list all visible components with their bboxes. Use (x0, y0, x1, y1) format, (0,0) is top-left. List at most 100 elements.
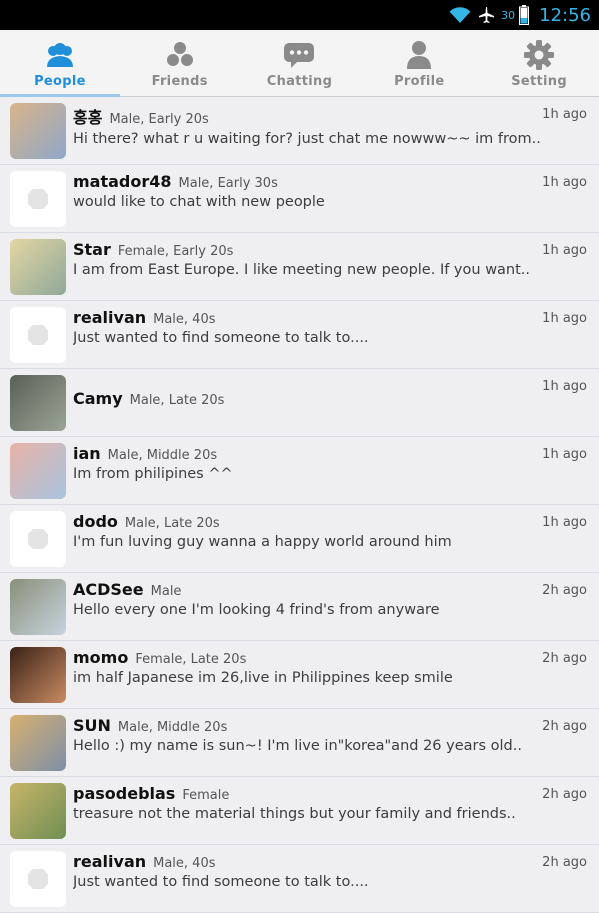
timestamp: 2h ago (542, 719, 587, 734)
list-item-content: ACDSee Male Hello every one I'm looking 4 … (73, 579, 589, 618)
user-meta: Female, Early 20s (117, 244, 234, 259)
avatar[interactable] (10, 375, 66, 431)
list-item-content: SUN Male, Middle 20s Hello :) my name is s… (73, 715, 589, 754)
timestamp: 1h ago (542, 447, 587, 462)
user-message: Hi there? what r u waiting for? just cha… (73, 131, 541, 147)
user-meta: Male, 40s (153, 312, 216, 327)
timestamp: 1h ago (542, 379, 587, 394)
avatar[interactable] (10, 103, 66, 159)
list-item[interactable]: SUN Male, Middle 20s Hello :) my name is s… (0, 709, 599, 777)
list-item-header: matador48 Male, Early 30s (73, 172, 589, 191)
user-message: Im from philipines ^^ (73, 466, 233, 482)
avatar[interactable] (10, 783, 66, 839)
user-name: matador48 (73, 172, 172, 191)
user-meta: Male, Middle 20s (117, 720, 228, 735)
list-item-content: dodo Male, Late 20s I'm fun luving guy wan… (73, 511, 589, 550)
user-message: Just wanted to find someone to talk to..… (73, 874, 369, 890)
avatar[interactable] (10, 647, 66, 703)
user-message: Hello :) my name is sun~! I'm live in"ko… (73, 738, 522, 754)
list-item[interactable]: ian Male, Middle 20s Im from philipines ^^… (0, 437, 599, 505)
tab-friends[interactable]: Friends (120, 30, 240, 96)
user-name: Star (73, 240, 111, 259)
timestamp: 1h ago (542, 107, 587, 122)
tab-profile[interactable]: Profile (359, 30, 479, 96)
people-icon (44, 38, 76, 72)
list-item[interactable]: matador48 Male, Early 30s would like to ch… (0, 165, 599, 233)
people-list: 홍홍 Male, Early 20s Hi there? what r u wait… (0, 97, 599, 913)
gear-icon (524, 38, 555, 72)
list-item-header: ian Male, Middle 20s (73, 444, 589, 463)
user-name: dodo (73, 512, 118, 531)
tab-label: People (34, 74, 86, 89)
avatar[interactable] (10, 307, 66, 363)
list-item[interactable]: Star Female, Early 20s I am from East Euro… (0, 233, 599, 301)
user-name: ian (73, 444, 101, 463)
profile-icon (403, 38, 435, 72)
user-message: Just wanted to find someone to talk to..… (73, 330, 369, 346)
avatar[interactable] (10, 851, 66, 907)
list-item[interactable]: dodo Male, Late 20s I'm fun luving guy wan… (0, 505, 599, 573)
user-meta: Female (182, 788, 230, 803)
user-meta: Male, 40s (153, 856, 216, 871)
timestamp: 2h ago (542, 583, 587, 598)
list-item[interactable]: Camy Male, Late 20s 1h ago (0, 369, 599, 437)
list-item-header: realivan Male, 40s (73, 852, 589, 871)
user-message: treasure not the material things but you… (73, 806, 516, 822)
default-avatar-icon (28, 189, 48, 209)
list-item-header: ACDSee Male (73, 580, 589, 599)
user-name: ACDSee (73, 580, 144, 599)
wifi-icon (449, 6, 471, 24)
user-message: im half Japanese im 26,live in Philippin… (73, 670, 453, 686)
user-meta: Male (150, 584, 182, 599)
avatar[interactable] (10, 171, 66, 227)
list-item-content: pasodeblas Female treasure not the materia… (73, 783, 589, 822)
user-name: Camy (73, 389, 123, 408)
user-name: realivan (73, 308, 147, 327)
tab-setting[interactable]: Setting (479, 30, 599, 96)
list-item[interactable]: realivan Male, 40s Just wanted to find som… (0, 845, 599, 913)
list-item-content: momo Female, Late 20s im half Japanese im … (73, 647, 589, 686)
user-meta: Male, Early 30s (178, 176, 278, 191)
list-item-header: SUN Male, Middle 20s (73, 716, 589, 735)
avatar[interactable] (10, 443, 66, 499)
user-name: 홍홍 (73, 108, 103, 127)
user-message: I'm fun luving guy wanna a happy world a… (73, 534, 452, 550)
list-item[interactable]: 홍홍 Male, Early 20s Hi there? what r u wait… (0, 97, 599, 165)
list-item-header: realivan Male, 40s (73, 308, 589, 327)
list-item-header: dodo Male, Late 20s (73, 512, 589, 531)
tab-people[interactable]: People (0, 30, 120, 97)
user-message: Hello every one I'm looking 4 frind's fr… (73, 602, 440, 618)
user-name: momo (73, 648, 129, 667)
avatar[interactable] (10, 239, 66, 295)
friends-icon (164, 38, 196, 72)
tab-chatting[interactable]: Chatting (240, 30, 360, 96)
tab-bar: People Friends Chatting Profile Setting (0, 30, 599, 97)
list-item[interactable]: momo Female, Late 20s im half Japanese im … (0, 641, 599, 709)
list-item[interactable]: pasodeblas Female treasure not the materia… (0, 777, 599, 845)
timestamp: 1h ago (542, 175, 587, 190)
user-meta: Male, Late 20s (129, 393, 225, 408)
list-item[interactable]: ACDSee Male Hello every one I'm looking 4 … (0, 573, 599, 641)
user-message: I am from East Europe. I like meeting ne… (73, 262, 531, 278)
default-avatar-icon (28, 325, 48, 345)
default-avatar-icon (28, 869, 48, 889)
clock: 12:56 (539, 4, 591, 26)
timestamp: 1h ago (542, 515, 587, 530)
tab-label: Chatting (266, 74, 333, 89)
timestamp: 2h ago (542, 787, 587, 802)
list-item-header: 홍홍 Male, Early 20s (73, 104, 589, 128)
user-meta: Female, Late 20s (135, 652, 247, 667)
list-item-content: realivan Male, 40s Just wanted to find som… (73, 307, 589, 346)
list-item-content: ian Male, Middle 20s Im from philipines ^^ (73, 443, 589, 482)
timestamp: 1h ago (542, 311, 587, 326)
user-meta: Male, Early 20s (109, 112, 209, 127)
user-name: SUN (73, 716, 111, 735)
list-item[interactable]: realivan Male, 40s Just wanted to find som… (0, 301, 599, 369)
avatar[interactable] (10, 579, 66, 635)
avatar[interactable] (10, 715, 66, 771)
list-item-content: matador48 Male, Early 30s would like to ch… (73, 171, 589, 210)
tab-label: Setting (511, 74, 567, 89)
list-item-content: Camy Male, Late 20s (73, 375, 589, 408)
default-avatar-icon (28, 529, 48, 549)
avatar[interactable] (10, 511, 66, 567)
